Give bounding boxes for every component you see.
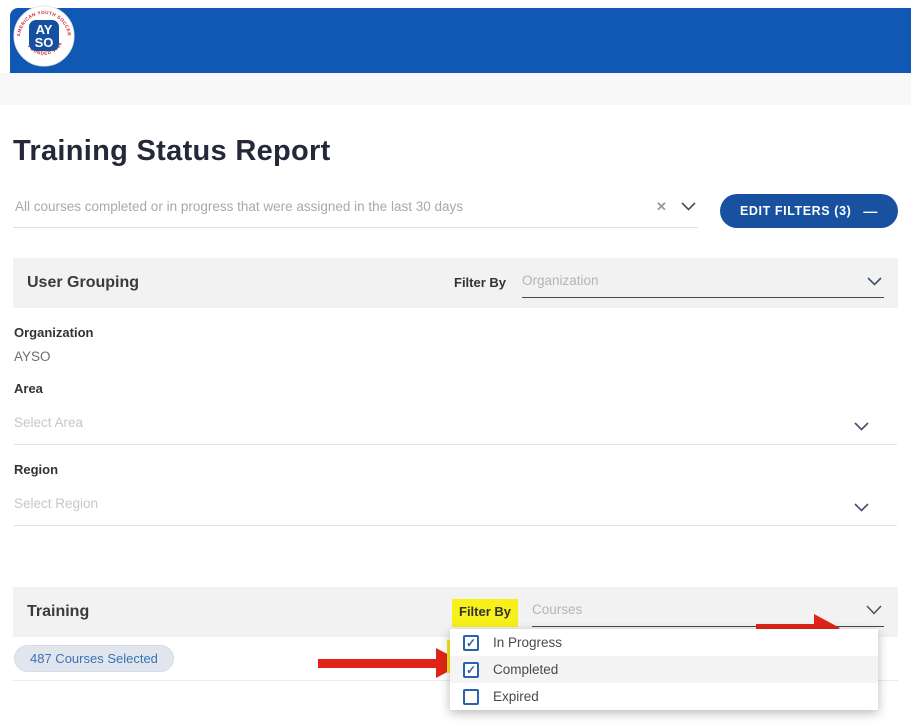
region-placeholder: Select Region — [14, 496, 98, 511]
user-grouping-filter-select[interactable]: Organization — [522, 268, 884, 298]
edit-filters-button[interactable]: EDIT FILTERS (3) — — [720, 194, 898, 228]
page-title: Training Status Report — [13, 135, 898, 168]
user-grouping-section-bar: User Grouping Filter By Organization — [13, 258, 898, 308]
clear-filter-icon[interactable]: ✕ — [656, 199, 667, 215]
option-label: In Progress — [493, 635, 562, 650]
user-grouping-title: User Grouping — [27, 274, 139, 292]
option-in-progress[interactable]: ✓ In Progress — [450, 629, 878, 656]
checkbox-unchecked-icon[interactable] — [463, 689, 479, 705]
region-label: Region — [14, 462, 897, 477]
training-title: Training — [27, 603, 89, 621]
red-arrow-chips — [318, 648, 464, 678]
chevron-down-icon[interactable] — [866, 605, 882, 615]
training-filter-by-label: Filter By — [452, 599, 518, 627]
option-completed[interactable]: ✓ Completed — [450, 656, 878, 683]
checkbox-checked-icon[interactable]: ✓ — [463, 635, 479, 651]
status-dropdown-panel: ✓ In Progress ✓ Completed Expired — [450, 629, 878, 710]
ayso-logo: AMERICAN YOUTH SOCCER ORGANIZATION FOUND… — [13, 5, 75, 67]
chevron-down-icon[interactable] — [681, 202, 696, 211]
user-grouping-fields: Organization AYSO Area Select Area Regio… — [14, 325, 897, 526]
option-expired[interactable]: Expired — [450, 683, 878, 710]
saved-filter-row: All courses completed or in progress tha… — [13, 194, 898, 228]
chevron-down-icon — [867, 277, 882, 286]
organization-value: AYSO — [14, 349, 897, 364]
edit-filters-label: EDIT FILTERS (3) — [740, 204, 851, 218]
user-grouping-filter-by-label: Filter By — [452, 270, 508, 298]
area-label: Area — [14, 381, 897, 396]
courses-selected-badge: 487 Courses Selected — [14, 645, 174, 672]
region-select[interactable]: Select Region — [14, 490, 897, 526]
page: AMERICAN YOUTH SOCCER ORGANIZATION FOUND… — [0, 0, 911, 727]
app-header: AMERICAN YOUTH SOCCER ORGANIZATION FOUND… — [0, 0, 911, 73]
logo-monogram-so: SO — [35, 35, 54, 50]
checkbox-checked-icon[interactable]: ✓ — [463, 662, 479, 678]
user-grouping-filter-value: Organization — [522, 273, 884, 288]
chevron-down-icon — [854, 422, 869, 431]
saved-filter-value: All courses completed or in progress tha… — [15, 199, 642, 214]
option-label: Completed — [493, 662, 558, 677]
subheader-band — [0, 73, 911, 105]
saved-filter-select[interactable]: All courses completed or in progress tha… — [13, 195, 698, 228]
area-select[interactable]: Select Area — [14, 409, 897, 445]
minus-icon: — — [863, 203, 878, 219]
organization-label: Organization — [14, 325, 897, 340]
header-blue-bar — [10, 8, 911, 73]
option-label: Expired — [493, 689, 539, 704]
training-filter-select[interactable]: Courses — [532, 597, 884, 627]
area-placeholder: Select Area — [14, 415, 83, 430]
chevron-down-icon — [854, 503, 869, 512]
